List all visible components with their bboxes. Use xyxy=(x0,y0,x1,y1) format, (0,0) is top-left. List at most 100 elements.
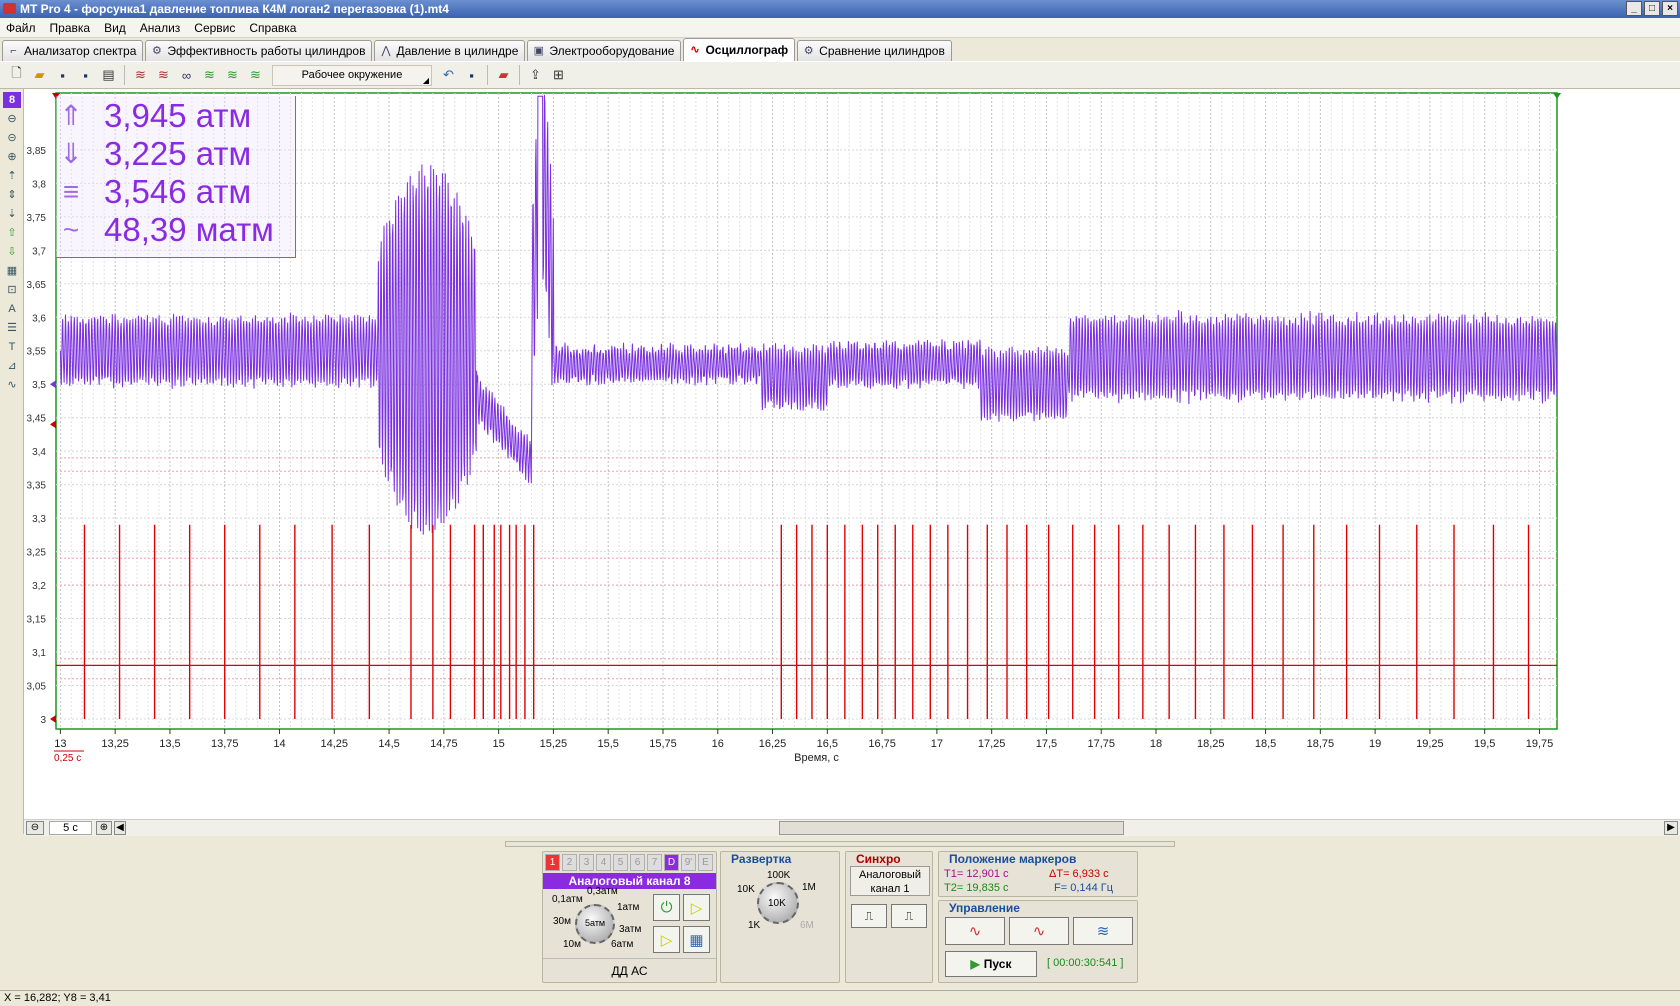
channel-panel: 1 2 3 4 5 6 7 D 9' E Аналоговый канал 8 … xyxy=(542,851,717,983)
text-icon[interactable]: A xyxy=(3,301,21,317)
close-button[interactable]: × xyxy=(1662,1,1678,16)
scroll-thumb[interactable] xyxy=(779,821,1124,835)
tab-electrics[interactable]: ▣ Электрооборудование xyxy=(527,40,682,61)
x-tick-label: 15,5 xyxy=(597,738,618,750)
stretch-down-icon[interactable]: ⇣ xyxy=(3,206,21,222)
sweep-dial-value: 10K xyxy=(768,898,786,909)
panel-splitter[interactable] xyxy=(505,841,1175,847)
tab-compare[interactable]: ⚙ Сравнение цилиндров xyxy=(797,40,952,61)
new-file-icon[interactable]: 🗋 xyxy=(6,65,27,86)
undo-icon[interactable]: ↶ xyxy=(438,65,459,86)
y-tick-label: 3,2 xyxy=(32,581,46,592)
channels-wave-icon[interactable]: ≋ xyxy=(130,65,151,86)
wave-window-button[interactable]: ∿ xyxy=(1009,917,1069,945)
y-tick-label: 3,7 xyxy=(32,246,46,257)
maximize-button[interactable]: □ xyxy=(1644,1,1660,16)
tab-cylinder-efficiency[interactable]: ⚙ Эффективность работы цилиндров xyxy=(145,40,373,61)
tab-oscilloscope[interactable]: ∿ Осциллограф xyxy=(683,38,796,61)
channels-green-icon[interactable]: ≋ xyxy=(199,65,220,86)
channels-green2-icon[interactable]: ≋ xyxy=(222,65,243,86)
channel-7-button[interactable]: 7 xyxy=(647,854,662,871)
combo-arrow-icon: ◢ xyxy=(422,75,429,85)
scroll-left-button[interactable]: ◀ xyxy=(114,821,126,835)
range-label-03: 0,3атм xyxy=(587,886,618,897)
zoom-reset-icon[interactable]: ⊝ xyxy=(3,130,21,146)
calculator-button[interactable]: ▦ xyxy=(683,926,710,953)
time-zoom-out-button[interactable]: ⊖ xyxy=(26,821,44,835)
x-tick-label: 17,5 xyxy=(1036,738,1057,750)
start-button[interactable]: ▶ Пуск xyxy=(945,951,1037,977)
time-zoom-in-button[interactable]: ⊕ xyxy=(96,821,112,835)
menu-view[interactable]: Вид xyxy=(100,18,136,37)
menu-file[interactable]: Файл xyxy=(2,18,46,37)
multi-wave-button[interactable]: ≋ xyxy=(1073,917,1133,945)
power-button[interactable]: ⏻ xyxy=(653,894,680,921)
time-scrollbar[interactable]: ⊖ 5 с ⊕ ◀ ▶ xyxy=(24,819,1680,836)
export-icon[interactable]: ⇪ xyxy=(525,65,546,86)
menu-help[interactable]: Справка xyxy=(245,18,306,37)
graph-icon[interactable]: ⊿ xyxy=(3,358,21,374)
car-icon[interactable]: ▰ xyxy=(493,65,514,86)
save-workspace-icon[interactable]: ▪ xyxy=(461,65,482,86)
print-icon[interactable]: ▤ xyxy=(98,65,119,86)
y-tick-label: 3,75 xyxy=(27,213,47,224)
stretch-up-icon[interactable]: ⇡ xyxy=(3,168,21,184)
graph2-icon[interactable]: ∿ xyxy=(3,377,21,393)
marker-arrow-bottom xyxy=(50,714,56,723)
sweep-label-6m: 6M xyxy=(800,920,814,931)
zoom-out-icon[interactable]: ⊖ xyxy=(3,111,21,127)
sync-source-select[interactable]: Аналоговый канал 1 xyxy=(850,866,930,896)
scroll-right-button[interactable]: ▶ xyxy=(1664,821,1678,835)
menu-service[interactable]: Сервис xyxy=(190,18,245,37)
x-tick-label: 13,75 xyxy=(211,738,239,750)
readout-ripple: 48,39 матм xyxy=(104,211,274,248)
save-as-icon[interactable]: ▪ xyxy=(75,65,96,86)
menu-analysis[interactable]: Анализ xyxy=(136,18,191,37)
sync-rising-button[interactable]: ⎍ xyxy=(851,904,887,928)
control-title: Управление xyxy=(949,901,1020,915)
channel-1-button[interactable]: 1 xyxy=(545,854,560,871)
tab-spectrum[interactable]: ⌐ Анализатор спектра xyxy=(2,40,144,61)
y-tick-label: 3,1 xyxy=(32,648,46,659)
single-wave-button[interactable]: ∿ xyxy=(945,917,1005,945)
zoom-in-icon[interactable]: ⊕ xyxy=(3,149,21,165)
sync-falling-button[interactable]: ⎍ xyxy=(891,904,927,928)
x-tick-label: 18,75 xyxy=(1307,738,1335,750)
channels-wave2-icon[interactable]: ≋ xyxy=(153,65,174,86)
font-icon[interactable]: T xyxy=(3,339,21,355)
invert-button[interactable]: ▷ xyxy=(653,926,680,953)
channel-2-button[interactable]: 2 xyxy=(562,854,577,871)
open-folder-icon[interactable]: ▰ xyxy=(29,65,50,86)
move-up-icon[interactable]: ⇧ xyxy=(3,225,21,241)
time-zoom-value[interactable]: 5 с xyxy=(49,821,92,835)
sensor-select[interactable]: ДД АС xyxy=(543,958,716,982)
save-icon[interactable]: ▪ xyxy=(52,65,73,86)
x-tick-label: 16 xyxy=(712,738,724,750)
grid-icon[interactable]: ▦ xyxy=(3,263,21,279)
channel-d-button[interactable]: D xyxy=(664,854,679,871)
channel-9-button[interactable]: 9' xyxy=(681,854,696,871)
channel-5-button[interactable]: 5 xyxy=(613,854,628,871)
menu-edit[interactable]: Правка xyxy=(46,18,101,37)
workspace-combo[interactable]: Рабочее окружение ◢ xyxy=(272,64,432,86)
cursor-readout: X = 16,282; Y8 = 3,41 xyxy=(4,992,111,1004)
active-channel-badge[interactable]: 8 xyxy=(3,92,21,108)
split-icon[interactable]: ⊞ xyxy=(548,65,569,86)
readout-min-row: ⇓ 3,225 атм xyxy=(56,134,296,174)
amplifier-button[interactable]: ▷ xyxy=(683,894,710,921)
channel-6-button[interactable]: 6 xyxy=(630,854,645,871)
sweep-label-100k: 100K xyxy=(767,870,791,881)
x-tick-label: 13 xyxy=(54,738,66,750)
stretch-center-icon[interactable]: ⇕ xyxy=(3,187,21,203)
move-down-icon[interactable]: ⇩ xyxy=(3,244,21,260)
channel-e-button[interactable]: E xyxy=(698,854,713,871)
scale-icon[interactable]: ⊡ xyxy=(3,282,21,298)
list-icon[interactable]: ☰ xyxy=(3,320,21,336)
channels-link-icon[interactable]: ∞ xyxy=(176,65,197,86)
minimize-button[interactable]: _ xyxy=(1626,1,1642,16)
channel-3-button[interactable]: 3 xyxy=(579,854,594,871)
y-tick-label: 3,8 xyxy=(32,179,46,190)
channels-green3-icon[interactable]: ≋ xyxy=(245,65,266,86)
channel-4-button[interactable]: 4 xyxy=(596,854,611,871)
tab-cylinder-pressure[interactable]: ⋀ Давление в цилиндре xyxy=(374,40,526,61)
